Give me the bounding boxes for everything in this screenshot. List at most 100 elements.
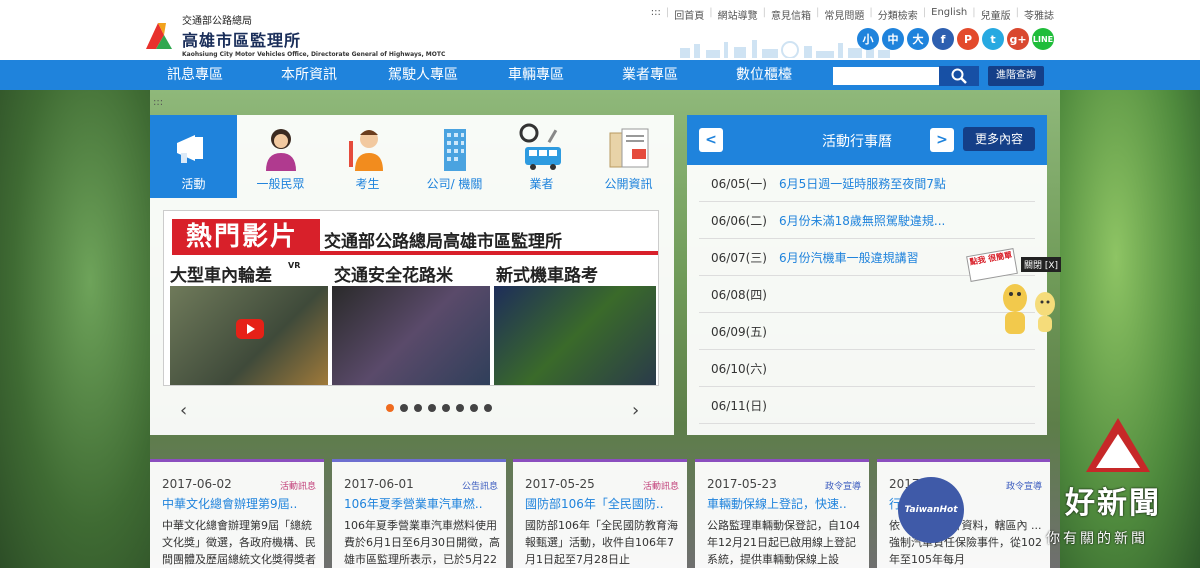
hot-videos-banner[interactable]: 熱門影片 交通部公路總局高雄市區監理所 大型車內輪差 VR 交通安全花路米 新式… [163, 210, 659, 386]
video-thumb-2[interactable] [332, 286, 490, 385]
calendar-date: 06/11(日) [711, 398, 767, 413]
top-link-mailbox[interactable]: 意見信箱 [771, 7, 811, 22]
calendar-date: 06/10(六) [711, 361, 767, 376]
calendar-row: 06/06(二) 6月份未滿18歲無照駕駛違規... [699, 202, 1035, 239]
carousel-dot[interactable] [386, 404, 394, 412]
calendar-date: 06/08(四) [711, 287, 767, 302]
font-small-button[interactable]: 小 [857, 28, 879, 50]
carousel-dot[interactable] [456, 404, 464, 412]
mascot-giraffe-icon[interactable] [995, 268, 1065, 338]
top-link-lingya[interactable]: 苓雅誌 [1024, 7, 1054, 22]
video-caption-1: 大型車內輪差 [170, 266, 272, 286]
news-title[interactable]: 車輛動保線上登記，快速.. [707, 495, 863, 512]
carousel-prev-button[interactable]: ‹ [180, 400, 187, 421]
carousel-dot[interactable] [442, 404, 450, 412]
news-category: 政令宣導 [1005, 482, 1042, 492]
news-card[interactable]: 2017-05-25 活動訊息 國防部106年「全民國防.. 國防部106年「全… [513, 459, 687, 568]
googleplus-icon[interactable]: g+ [1007, 28, 1029, 50]
watermark-title: 好新聞 [1065, 486, 1161, 521]
category-panel: 活動 一般民眾 考生 公司/ 機關 業者 公開資訊 熱門影片 交通部公路總局高雄… [150, 115, 674, 435]
news-title[interactable]: 中華文化總會辦理第9屆.. [162, 495, 318, 512]
news-title[interactable]: 國防部106年「全民國防.. [525, 495, 681, 512]
calendar-more-button[interactable]: 更多內容 [963, 127, 1035, 151]
news-body: 國防部106年「全民國防教育海報甄選」活動，收件自106年7月1日起至7月28日… [525, 519, 678, 566]
news-card[interactable]: 2017-06-02 活動訊息 中華文化總會辦理第9屆.. 中華文化總會辦理第9… [150, 459, 324, 568]
news-title[interactable]: 106年夏季營業車汽車燃.. [344, 495, 500, 512]
category-activity[interactable]: 活動 [150, 115, 237, 198]
top-link-category[interactable]: 分類檢索 [878, 7, 918, 22]
top-link-sitemap[interactable]: 網站導覽 [718, 7, 758, 22]
nav-item-digital-counter[interactable]: 數位櫃檯 [736, 60, 792, 90]
category-examinee[interactable]: 考生 [324, 115, 411, 198]
calendar-next-button[interactable]: > [930, 128, 954, 152]
carousel-dot[interactable] [414, 404, 422, 412]
top-link-home[interactable]: 回首頁 [674, 7, 704, 22]
vr-label: VR [288, 261, 301, 270]
calendar-prev-button[interactable]: < [699, 128, 723, 152]
play-icon [236, 319, 264, 339]
search-icon [951, 68, 967, 84]
search-input[interactable] [833, 67, 939, 85]
calendar-event-link[interactable]: 6月份未滿18歲無照駕駛違規... [779, 212, 945, 229]
font-medium-button[interactable]: 中 [882, 28, 904, 50]
carousel-dot[interactable] [400, 404, 408, 412]
news-body: 106年夏季營業車汽車燃料使用費於6月1日至6月30日開徵，高雄市區監理所表示，… [344, 519, 500, 566]
video-caption-3: 新式機車路考 [496, 266, 598, 286]
news-card[interactable]: 2017-05-23 政令宣導 車輛動保線上登記，快速.. 公路監理車輛動保登記… [695, 459, 869, 568]
news-card[interactable]: 2017-06-01 公告訊息 106年夏季營業車汽車燃.. 106年夏季營業車… [332, 459, 506, 568]
calendar-date: 06/07(三) [711, 250, 767, 265]
facebook-icon[interactable]: f [932, 28, 954, 50]
calendar-title: 活動行事曆 [822, 134, 892, 150]
top-link-kids[interactable]: 兒童版 [981, 7, 1011, 22]
video-thumb-1[interactable] [170, 286, 328, 385]
advanced-search-button[interactable]: 進階查詢 [988, 66, 1044, 86]
search-button[interactable] [939, 66, 979, 86]
category-citizen[interactable]: 一般民眾 [237, 115, 324, 198]
top-link-english[interactable]: English [931, 7, 967, 22]
news-date: 2017-06-01 [344, 477, 414, 491]
plurk-icon[interactable]: P [957, 28, 979, 50]
header: 交通部公路總局 高雄市區監理所 Kaohsiung City Motor Veh… [0, 0, 1200, 60]
content-access-key[interactable]: ::: [153, 97, 163, 108]
carousel-next-button[interactable]: › [632, 400, 639, 421]
carousel-dot[interactable] [470, 404, 478, 412]
nav-item-driver[interactable]: 駕駛人專區 [388, 60, 458, 90]
video-thumb-3[interactable] [494, 286, 656, 385]
top-link-faq[interactable]: 常見問題 [824, 7, 864, 22]
carousel-dots [386, 404, 492, 412]
calendar-event-link[interactable]: 6月5日週一延時服務至夜間7點 [779, 175, 946, 192]
hot-videos-title: 熱門影片 [172, 219, 320, 255]
category-company[interactable]: 公司/ 機關 [411, 115, 498, 198]
category-public-info[interactable]: 公開資訊 [585, 115, 672, 198]
document-icon [604, 123, 654, 173]
calendar-row: 06/05(一) 6月5日週一延時服務至夜間7點 [699, 165, 1035, 202]
calendar-date: 06/05(一) [711, 176, 767, 191]
category-business[interactable]: 業者 [498, 115, 585, 198]
twitter-icon[interactable]: t [982, 28, 1004, 50]
news-category: 活動訊息 [279, 482, 316, 492]
logo-org-line: 交通部公路總局 [182, 16, 252, 27]
calendar-row: 06/08(四) [699, 276, 1035, 313]
logo-org-name: 高雄市區監理所 [182, 31, 302, 50]
font-large-button[interactable]: 大 [907, 28, 929, 50]
social-icons: 小 中 大 f P t g+ LINE [857, 28, 1054, 50]
nav-item-vehicle[interactable]: 車輛專區 [508, 60, 564, 90]
site-logo[interactable]: 交通部公路總局 高雄市區監理所 Kaohsiung City Motor Veh… [142, 12, 445, 58]
line-icon[interactable]: LINE [1032, 28, 1054, 50]
calendar-date: 06/09(五) [711, 324, 767, 339]
nav-item-news[interactable]: 訊息專區 [167, 60, 223, 90]
nav-item-about[interactable]: 本所資訊 [281, 60, 337, 90]
citizen-icon [256, 123, 306, 173]
access-key[interactable]: ::: [651, 7, 661, 22]
video-caption-2: 交通安全花路米 [334, 266, 453, 286]
main-nav: 訊息專區 本所資訊 駕駛人專區 車輛專區 業者專區 數位櫃檯 進階查詢 [0, 60, 1200, 90]
calendar-event-link[interactable]: 6月份汽機車一般違規講習 [779, 249, 919, 266]
calendar-row: 06/09(五) [699, 313, 1035, 350]
hot-videos-subtitle: 交通部公路總局高雄市區監理所 [324, 232, 562, 252]
carousel-dot[interactable] [484, 404, 492, 412]
carousel-dot[interactable] [428, 404, 436, 412]
news-date: 2017-05-23 [707, 477, 777, 491]
news-body: 中華文化總會辦理第9屆「總統文化獎」徵選，各政府機構、民間團體及歷屆總統文化獎得… [162, 519, 316, 566]
trees-left [0, 90, 150, 568]
nav-item-business[interactable]: 業者專區 [622, 60, 678, 90]
